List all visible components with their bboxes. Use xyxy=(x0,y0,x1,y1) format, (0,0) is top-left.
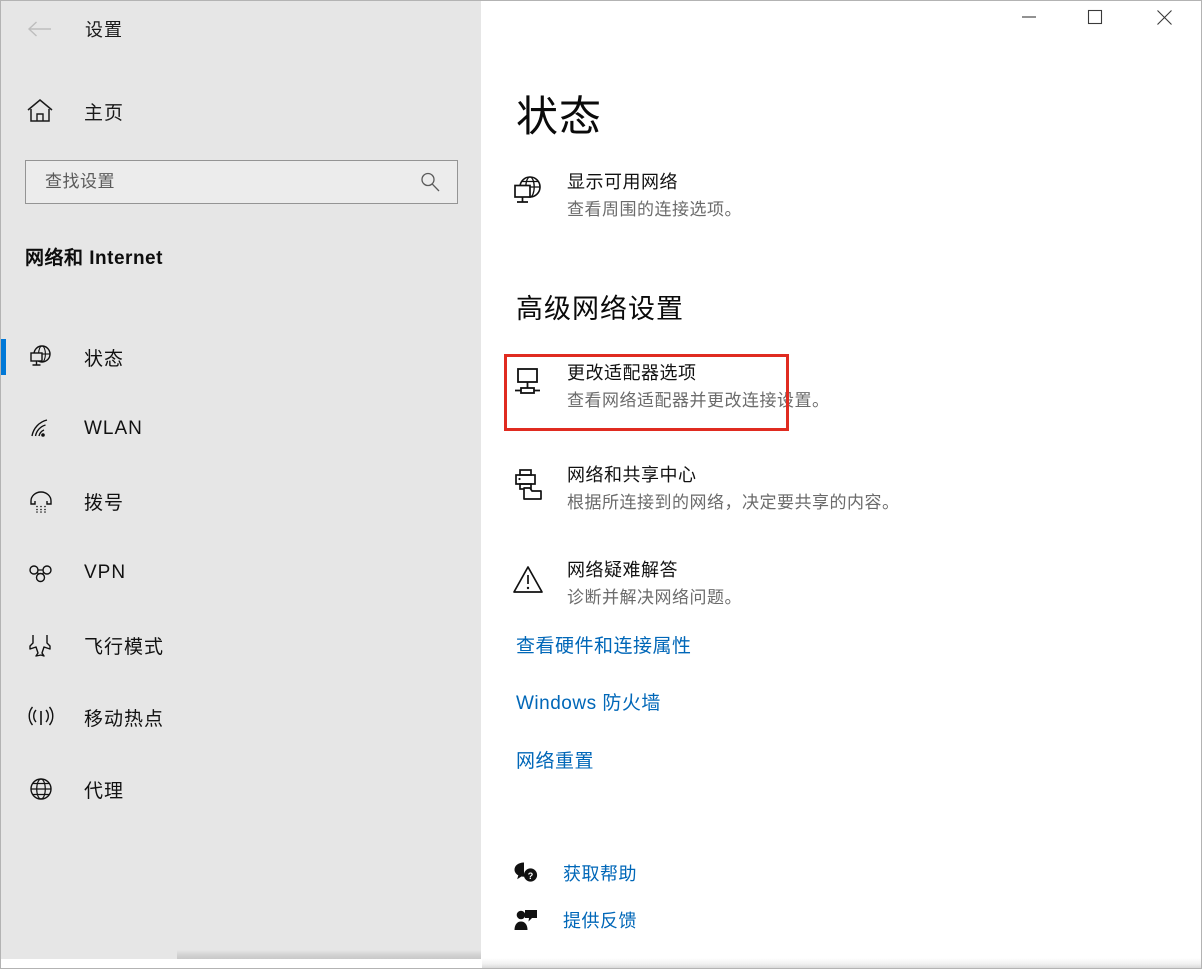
sidebar-item-label: 飞行模式 xyxy=(84,636,165,658)
network-status-icon xyxy=(26,342,56,372)
adapter-monitor-icon xyxy=(504,360,552,402)
search-box[interactable] xyxy=(25,160,458,204)
airplane-icon xyxy=(26,630,56,660)
show-available-networks-text: 显示可用网络 查看周围的连接选项。 xyxy=(567,169,742,223)
title-bar: 设置 xyxy=(1,1,1201,57)
sidebar-item-mobile-hotspot[interactable]: 移动热点 xyxy=(1,681,481,753)
vpn-icon xyxy=(26,558,56,588)
feedback-person-icon xyxy=(510,908,542,932)
show-available-networks-row[interactable]: 显示可用网络 查看周围的连接选项。 xyxy=(504,169,1184,223)
home-icon xyxy=(26,98,56,124)
close-button[interactable] xyxy=(1141,1,1187,33)
sidebar-category-heading: 网络和 Internet xyxy=(25,248,163,269)
sidebar-home-label: 主页 xyxy=(84,102,125,124)
row-subtitle: 查看周围的连接选项。 xyxy=(567,200,742,219)
sidebar-item-label: VPN xyxy=(84,562,127,583)
advanced-network-settings-heading: 高级网络设置 xyxy=(516,294,684,324)
svg-text:?: ? xyxy=(528,871,534,881)
globe-icon xyxy=(26,774,56,804)
sidebar: 主页 网络和 Internet xyxy=(1,57,481,959)
settings-window: 设置 主页 查找设置 网络和 Internet 状态 WLAN 拨号 VPN 飞… xyxy=(0,0,1202,969)
link-network-reset[interactable]: 网络重置 xyxy=(516,746,594,773)
sidebar-item-label: WLAN xyxy=(84,418,143,439)
row-subtitle: 诊断并解决网络问题。 xyxy=(567,588,742,607)
row-subtitle: 查看网络适配器并更改连接设置。 xyxy=(567,391,830,410)
search-icon[interactable] xyxy=(419,171,441,193)
wifi-icon xyxy=(26,414,56,444)
maximize-button[interactable] xyxy=(1072,1,1118,33)
monitor-globe-icon xyxy=(504,169,552,211)
sidebar-item-wlan[interactable]: WLAN xyxy=(1,393,481,465)
dialup-phone-icon xyxy=(26,486,56,516)
sidebar-item-label: 状态 xyxy=(84,348,125,370)
get-help-link[interactable]: ? 获取帮助 xyxy=(510,860,637,886)
change-adapter-options-row[interactable]: 更改适配器选项 查看网络适配器并更改连接设置。 xyxy=(504,360,1184,414)
link-windows-firewall[interactable]: Windows 防火墙 xyxy=(516,688,661,715)
window-controls xyxy=(481,1,1201,57)
network-sharing-center-text: 网络和共享中心 根据所连接到的网络，决定要共享的内容。 xyxy=(567,462,900,516)
sidebar-item-label: 移动热点 xyxy=(84,708,165,730)
warning-triangle-icon xyxy=(504,557,552,599)
hotspot-icon xyxy=(26,702,56,732)
change-adapter-options-text: 更改适配器选项 查看网络适配器并更改连接设置。 xyxy=(567,360,830,414)
sidebar-item-dialup[interactable]: 拨号 xyxy=(1,465,481,537)
network-troubleshooter-text: 网络疑难解答 诊断并解决网络问题。 xyxy=(567,557,742,611)
sidebar-item-status[interactable]: 状态 xyxy=(1,321,481,393)
sidebar-item-vpn[interactable]: VPN xyxy=(1,537,481,609)
sidebar-item-home[interactable]: 主页 xyxy=(1,89,481,133)
main-content: 状态 显示可用网络 查看周围的连接选项。 高级网络设置 更改适配器选项 查看网络… xyxy=(482,57,1201,959)
sidebar-item-airplane-mode[interactable]: 飞行模式 xyxy=(1,609,481,681)
network-troubleshooter-row[interactable]: 网络疑难解答 诊断并解决网络问题。 xyxy=(504,557,1184,611)
printer-folder-icon xyxy=(504,462,552,504)
content-bottom-shadow xyxy=(482,958,1201,968)
minimize-button[interactable] xyxy=(1006,1,1052,33)
row-title: 网络和共享中心 xyxy=(567,465,697,485)
give-feedback-link[interactable]: 提供反馈 xyxy=(510,907,637,933)
link-view-hardware-properties[interactable]: 查看硬件和连接属性 xyxy=(516,631,692,658)
sidebar-nav-list: 状态 WLAN 拨号 VPN 飞行模式 移动热点 代理 xyxy=(1,321,481,825)
sidebar-horizontal-scrollbar[interactable] xyxy=(177,950,481,959)
row-subtitle: 根据所连接到的网络，决定要共享的内容。 xyxy=(567,493,900,512)
sidebar-item-label: 代理 xyxy=(84,780,125,802)
get-help-label: 获取帮助 xyxy=(563,864,637,884)
row-title: 更改适配器选项 xyxy=(567,363,697,383)
window-title: 设置 xyxy=(85,20,123,40)
help-chat-icon: ? xyxy=(510,861,542,885)
search-input[interactable] xyxy=(43,171,407,193)
give-feedback-label: 提供反馈 xyxy=(563,911,637,931)
sidebar-item-proxy[interactable]: 代理 xyxy=(1,753,481,825)
row-title: 显示可用网络 xyxy=(567,172,678,192)
selection-indicator xyxy=(1,339,6,375)
sidebar-item-label: 拨号 xyxy=(84,492,125,514)
title-bar-left: 设置 xyxy=(1,1,481,57)
row-title: 网络疑难解答 xyxy=(567,560,678,580)
network-sharing-center-row[interactable]: 网络和共享中心 根据所连接到的网络，决定要共享的内容。 xyxy=(504,462,1184,516)
back-button[interactable] xyxy=(17,12,63,46)
page-title: 状态 xyxy=(516,93,603,140)
